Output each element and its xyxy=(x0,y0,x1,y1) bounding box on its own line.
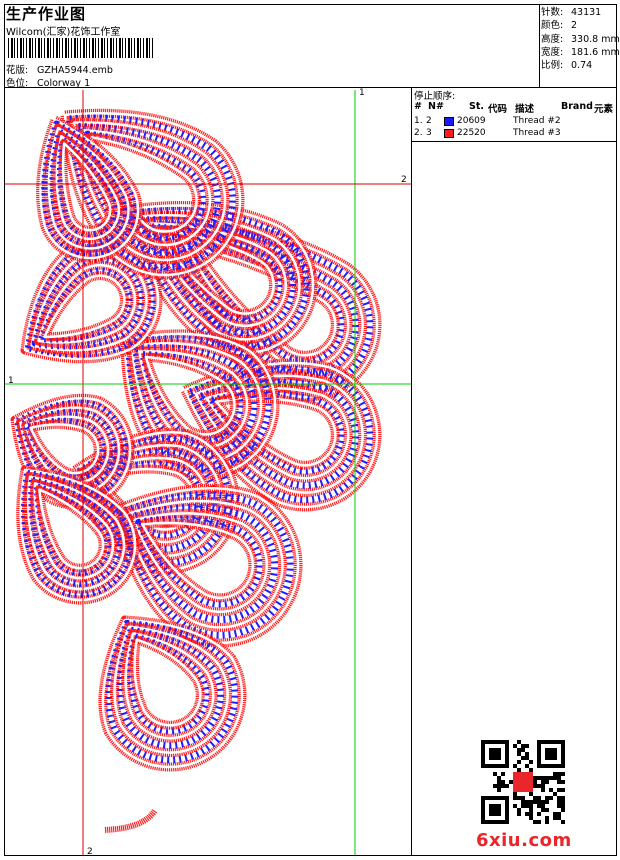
pattern-line: 花版: GZHA5944.emb xyxy=(6,62,113,76)
thread-swatch xyxy=(444,117,454,126)
barcode xyxy=(8,38,154,58)
embroidery-design xyxy=(5,90,411,855)
stats-divider xyxy=(539,4,540,87)
header-element: 元素 xyxy=(594,104,614,115)
colorway-label: 色位: xyxy=(6,78,29,89)
header-brand: Brand xyxy=(561,101,593,112)
colorway-line: 色位: Colorway 1 xyxy=(6,75,90,89)
colorway-value: Colorway 1 xyxy=(37,78,91,89)
stat-width: 宽度: 181.6 mm xyxy=(541,46,620,58)
guide-label-red-h: 2 xyxy=(401,175,407,185)
stat-height: 高度: 330.8 mm xyxy=(541,33,620,45)
stat-stitches: 针数: 43131 xyxy=(541,7,602,18)
header-code: 代码 xyxy=(488,104,508,115)
header-n: N# xyxy=(428,101,444,112)
design-stats: 针数: 43131 颜色: 2 高度: 330.8 mm 宽度: 181.6 mm 比例… xyxy=(541,6,620,72)
stat-scale: 比例: 0.74 xyxy=(541,60,593,72)
guide-label-green-h: 1 xyxy=(8,376,14,386)
header-num: # xyxy=(414,101,421,112)
qr-code xyxy=(481,740,565,824)
sequence-row: 1. 2 20609 Thread #2 xyxy=(414,116,561,126)
paisley-motif xyxy=(10,108,382,833)
header-divider xyxy=(4,87,617,88)
thread-swatch xyxy=(444,129,454,138)
sequence-row: 2. 3 22520 Thread #3 xyxy=(414,128,561,138)
pattern-label: 花版: xyxy=(6,65,29,76)
studio-name: Wilcom(汇家)花饰工作室 xyxy=(6,27,121,38)
sequence-bottom xyxy=(411,141,617,142)
site-logo: 6xiu.com xyxy=(476,830,572,851)
header-st: St. xyxy=(469,101,484,112)
guide-label-red-v: 2 xyxy=(87,847,93,857)
stat-colors: 颜色: 2 xyxy=(541,20,578,32)
header-desc: 描述 xyxy=(515,104,535,115)
sequence-title: 停止顺序: xyxy=(414,91,456,102)
guide-label-green-v: 1 xyxy=(359,88,365,98)
page-title: 生产作业图 xyxy=(6,5,87,23)
sequence-divider xyxy=(411,87,412,856)
